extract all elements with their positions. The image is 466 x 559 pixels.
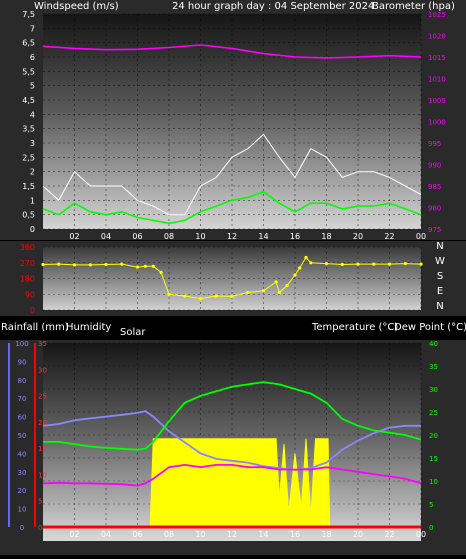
humidity-tick: 0 (20, 524, 24, 532)
windspeed-tick: 7 (30, 24, 35, 33)
compass-label: W (435, 256, 445, 267)
compass-label: E (437, 286, 443, 297)
windspeed-tick: 4,5 (22, 96, 35, 105)
temp-panel-x-tick: 20 (353, 530, 363, 539)
weather-graphs-svg: 00,511,522,533,544,555,566,577,597598098… (0, 0, 466, 555)
temp-panel-x-tick: 14 (258, 530, 268, 539)
temp-panel-x-tick: 18 (321, 530, 331, 539)
temperature-tick: 5 (429, 501, 433, 509)
temperature-tick: 25 (429, 409, 438, 417)
wind-panel-x-tick: 00 (416, 232, 426, 241)
wind-panel-x-tick: 20 (353, 232, 363, 241)
windspeed-tick: 2 (30, 168, 35, 177)
windspeed-axis-label: Windspeed (m/s) (34, 1, 119, 12)
temp-panel-x-tick: 22 (384, 530, 394, 539)
windspeed-tick: 0 (30, 225, 35, 234)
barometer-tick: 995 (428, 140, 441, 148)
wind-panel-x-tick: 22 (384, 232, 394, 241)
windspeed-tick: 1 (30, 196, 35, 205)
windspeed-tick: 5,5 (22, 67, 35, 76)
barometer-tick: 1005 (428, 97, 446, 105)
temperature-tick: 35 (429, 363, 438, 371)
rain-tick: 5 (38, 498, 42, 506)
windspeed-tick: 4 (30, 110, 35, 119)
barometer-tick: 975 (428, 226, 441, 234)
rain-tick: 10 (38, 471, 47, 479)
wind-panel-x-tick: 02 (69, 232, 79, 241)
windspeed-tick: 2,5 (22, 153, 35, 162)
windspeed-tick: 0,5 (22, 211, 35, 220)
panel-a-plot (43, 14, 421, 229)
windspeed-tick: 1,5 (22, 182, 35, 191)
rain-tick: 15 (38, 445, 47, 453)
windspeed-tick: 3,5 (22, 125, 35, 134)
barometer-tick: 1015 (428, 54, 446, 62)
barometer-tick: 980 (428, 205, 441, 213)
solar-label: Solar (120, 327, 146, 338)
humidity-tick: 80 (18, 377, 27, 385)
humidity-tick: 90 (18, 358, 27, 366)
humidity-tick: 10 (18, 506, 27, 514)
barometer-tick: 985 (428, 183, 441, 191)
chart-title: 24 hour graph day : 04 September 2024 (172, 1, 374, 12)
rain-tick: 30 (38, 366, 47, 374)
temperature-tick: 20 (429, 432, 438, 440)
humidity-tick: 40 (18, 450, 27, 458)
temp-panel-x-tick: 16 (290, 530, 300, 539)
rain-tick: 25 (38, 393, 47, 401)
windspeed-tick: 3 (30, 139, 35, 148)
temp-panel-x-tick: 00 (416, 530, 426, 539)
humidity-tick: 50 (18, 432, 27, 440)
temperature-tick: 30 (429, 386, 438, 394)
wind-panel-x-tick: 14 (258, 232, 268, 241)
rain-tick: 20 (38, 419, 47, 427)
temperature-tick: 40 (429, 340, 438, 348)
temperature-tick: 10 (429, 478, 438, 486)
direction-tick: 270 (20, 259, 35, 268)
humidity-tick: 20 (18, 487, 27, 495)
temp-panel-x-tick: 08 (164, 530, 174, 539)
humidity-tick: 30 (18, 469, 27, 477)
wind-panel-x-tick: 16 (290, 232, 300, 241)
temperature-tick: 15 (429, 455, 438, 463)
temp-panel-x-tick: 02 (69, 530, 79, 539)
barometer-axis-label: Barometer (hpa) (372, 1, 455, 12)
windspeed-tick: 6 (30, 53, 35, 62)
direction-tick: 0 (30, 306, 35, 315)
rain-tick: 35 (38, 340, 47, 348)
windspeed-tick: 6,5 (22, 39, 35, 48)
direction-tick: 90 (25, 290, 35, 299)
barometer-tick: 1010 (428, 76, 446, 84)
rainfall-label: Rainfall (mm) (1, 322, 69, 333)
direction-tick: 180 (20, 275, 35, 284)
wind-panel-x-tick: 08 (164, 232, 174, 241)
temp-panel-x-tick: 06 (132, 530, 142, 539)
temp-panel-x-tick: 12 (227, 530, 237, 539)
direction-tick: 360 (20, 243, 35, 252)
barometer-tick: 1020 (428, 33, 446, 41)
wind-panel-x-tick: 04 (101, 232, 111, 241)
humidity-tick: 70 (18, 395, 27, 403)
temp-panel-x-tick: 10 (195, 530, 205, 539)
dewpoint-label: Dew Point (°C) (394, 322, 466, 333)
compass-label: S (437, 271, 443, 282)
temperature-label: Temperature (°C) (311, 322, 398, 333)
wind-panel-x-tick: 12 (227, 232, 237, 241)
windspeed-tick: 5 (30, 82, 35, 91)
temperature-tick: 0 (429, 524, 433, 532)
barometer-tick: 1025 (428, 11, 446, 19)
weather-graphs: 0 0,5 1 1,5 2 2,5 3 3,5 4 4,5 5 5,5 6 6,5 7 7,5 975 980 98… (0, 0, 466, 555)
wind-panel-x-tick: 10 (195, 232, 205, 241)
compass-label: N (436, 301, 443, 312)
wind-panel-x-tick: 06 (132, 232, 142, 241)
humidity-tick: 100 (15, 340, 28, 348)
barometer-tick: 990 (428, 162, 441, 170)
compass-label: N (436, 241, 443, 252)
humidity-tick: 60 (18, 414, 27, 422)
barometer-tick: 1000 (428, 119, 446, 127)
wind-panel-x-tick: 18 (321, 232, 331, 241)
temp-panel-x-tick: 04 (101, 530, 111, 539)
rain-tick: 0 (38, 524, 42, 532)
humidity-label: Humidity (66, 322, 111, 333)
